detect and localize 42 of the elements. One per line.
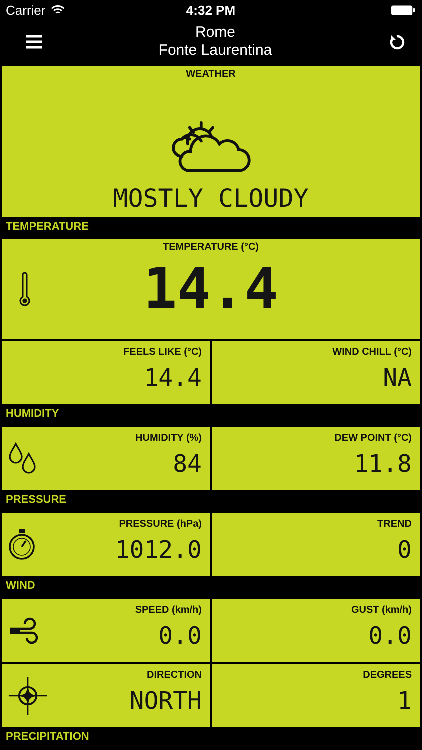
status-time: 4:32 PM bbox=[186, 2, 236, 18]
reading-value: NORTH bbox=[130, 687, 202, 715]
city-title: Rome bbox=[195, 24, 236, 42]
weather-condition: MOSTLY CLOUDY bbox=[113, 184, 309, 215]
reading-label: SPEED (km/h) bbox=[135, 605, 202, 616]
menu-icon[interactable] bbox=[26, 35, 42, 49]
reading-value: 1012.0 bbox=[115, 536, 202, 564]
reading-value: 0 bbox=[398, 536, 412, 564]
section-header: PRESSURE bbox=[5, 493, 68, 508]
section-header: WIND bbox=[5, 579, 36, 594]
reading-value: 14.4 bbox=[144, 364, 202, 392]
reading-value: 11.8 bbox=[354, 450, 412, 478]
reading-label: FEELS LIKE (°C) bbox=[124, 347, 202, 358]
station-subtitle: Fonte Laurentina bbox=[158, 42, 272, 60]
reading-value: 14.4 bbox=[144, 259, 278, 321]
reading-label: GUST (km/h) bbox=[351, 605, 412, 616]
reading-value: 0.0 bbox=[158, 622, 202, 650]
thermometer-icon bbox=[19, 272, 31, 306]
wifi-icon bbox=[50, 4, 65, 16]
compass-icon bbox=[8, 676, 48, 716]
reading-label: DEGREES bbox=[363, 670, 412, 681]
reading-value: 84 bbox=[173, 450, 202, 478]
reading-label: DEW POINT (°C) bbox=[334, 433, 412, 444]
reading-label: WIND CHILL (°C) bbox=[332, 347, 412, 358]
reading-value: 0.0 bbox=[368, 622, 412, 650]
water-drops-icon bbox=[8, 442, 38, 476]
panel-label: WEATHER bbox=[186, 69, 236, 80]
gauge-icon bbox=[8, 528, 36, 562]
refresh-icon[interactable] bbox=[388, 34, 405, 50]
reading-label: HUMIDITY (%) bbox=[136, 433, 202, 444]
carrier-label: Carrier bbox=[6, 2, 46, 18]
reading-label: TREND bbox=[378, 519, 412, 530]
section-header: PRECIPITATION bbox=[5, 730, 90, 745]
section-header: HUMIDITY bbox=[5, 407, 60, 422]
reading-value: 1 bbox=[398, 687, 412, 715]
section-header: TEMPERATURE bbox=[5, 220, 90, 235]
reading-label: DIRECTION bbox=[147, 670, 202, 681]
wind-icon bbox=[8, 616, 40, 644]
reading-label: PRESSURE (hPa) bbox=[119, 519, 202, 530]
battery-icon bbox=[391, 4, 416, 16]
reading-value: NA bbox=[383, 364, 412, 392]
reading-label: TEMPERATURE (°C) bbox=[162, 242, 260, 253]
